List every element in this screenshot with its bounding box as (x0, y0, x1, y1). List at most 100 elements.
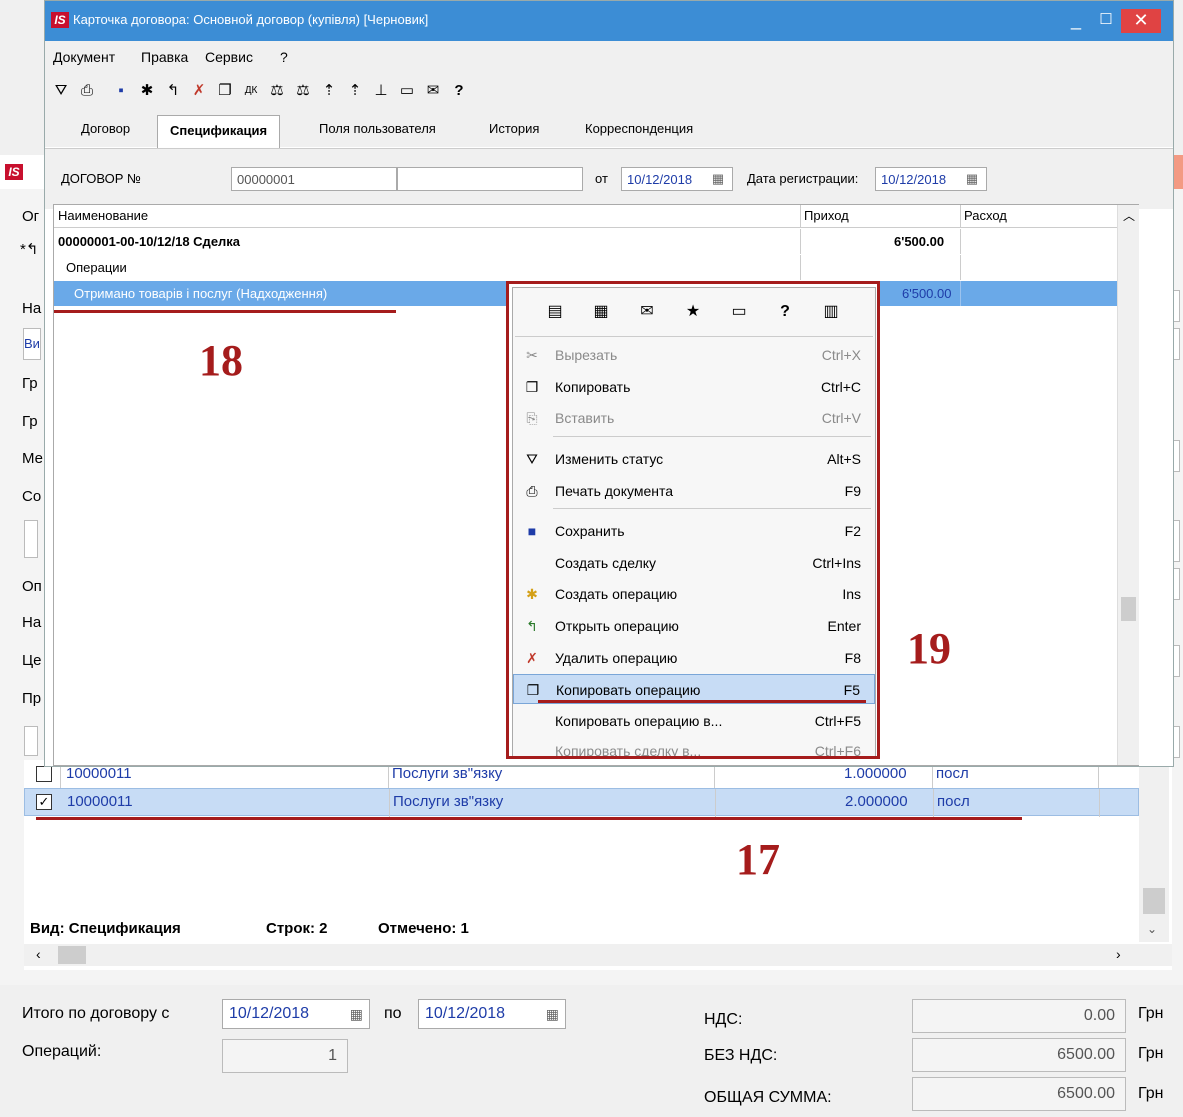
calculator-icon[interactable]: ▤ (545, 302, 565, 322)
scroll-left-icon[interactable]: ‹ (36, 946, 41, 962)
tab-contract[interactable]: Договор (81, 121, 130, 136)
toolbar: ⛛ ⎙ ▪ ✱ ↰ ✗ ❐ ДК ⚖ ⚖ ⇡ ⇡ ⊥ ▭ ✉ ? (45, 73, 1173, 112)
background-field[interactable]: Ви (23, 328, 41, 360)
date-from-field[interactable]: 10/12/2018 ▦ (222, 999, 370, 1029)
calendar-icon[interactable]: ▦ (591, 302, 611, 322)
horizontal-scrollbar[interactable]: ‹ › (24, 944, 1172, 966)
menu-item-shortcut: F9 (844, 483, 861, 499)
menu-item-copy-operation[interactable]: ❐ Копировать операцию F5 (513, 674, 875, 704)
contract-extra-field[interactable] (397, 167, 583, 191)
close-icon[interactable]: ✕ (1121, 9, 1161, 33)
menu-item-cut[interactable]: ✂ Вырезать Ctrl+X (513, 340, 875, 370)
menu-item-change-status[interactable]: ⛛ Изменить статус Alt+S (513, 444, 875, 474)
app-logo-icon: IS (5, 164, 23, 180)
tab-user-fields[interactable]: Поля пользователя (319, 121, 436, 136)
column-header-income[interactable]: Приход (804, 208, 849, 223)
calendar-icon[interactable]: ▦ (963, 170, 981, 188)
menu-item-copy[interactable]: ❐ Копировать Ctrl+C (513, 372, 875, 402)
calendar-icon[interactable]: ▦ (546, 1000, 559, 1028)
menu-item-copy-deal-to[interactable]: Копировать сделку в... Ctrl+F6 (513, 736, 875, 759)
menu-separator (553, 508, 871, 509)
balance-icon[interactable]: ⚖ (293, 81, 313, 101)
scroll-thumb[interactable] (58, 946, 86, 964)
row-checkbox-checked[interactable]: ✓ (36, 794, 52, 810)
help-icon[interactable]: ? (449, 81, 469, 101)
print-icon[interactable]: ⎙ (77, 81, 97, 101)
deal-name: 00000001-00-10/12/18 Сделка (58, 234, 241, 249)
paste-icon: ⎘ (526, 410, 538, 426)
scroll-thumb[interactable] (1143, 888, 1165, 914)
calendar-icon[interactable]: ▦ (709, 170, 727, 188)
grid-row-deal[interactable]: 00000001-00-10/12/18 Сделка 6'500.00 (54, 229, 1117, 254)
menu-item-print[interactable]: ⎙ Печать документа F9 (513, 476, 875, 506)
arrow-up-icon[interactable]: ⇡ (319, 81, 339, 101)
grid-row-group[interactable]: Операции (54, 255, 1117, 280)
grid-vertical-scrollbar[interactable]: ︿ (1117, 205, 1139, 765)
arrow-up-icon[interactable]: ⇡ (345, 81, 365, 101)
background-label: Ог (22, 208, 40, 225)
help-icon[interactable]: ? (775, 302, 795, 322)
document-icon[interactable]: ▭ (397, 81, 417, 101)
column-header-name[interactable]: Наименование (58, 208, 148, 223)
scroll-down-icon[interactable]: ⌄ (1147, 922, 1157, 936)
scale-icon[interactable]: ⚖ (267, 81, 287, 101)
menu-document[interactable]: Документ (53, 49, 115, 65)
column-header-expense[interactable]: Расход (964, 208, 1007, 223)
scroll-thumb[interactable] (1121, 597, 1136, 621)
tree-icon[interactable]: ⊥ (371, 81, 391, 101)
copy-icon: ❐ (525, 379, 539, 395)
vertical-scrollbar[interactable]: ⌄ (1139, 760, 1169, 942)
save-icon[interactable]: ▪ (111, 81, 131, 101)
contract-number-field[interactable]: 00000001 (231, 167, 397, 191)
column-divider (800, 229, 801, 254)
date-to-field[interactable]: 10/12/2018 ▦ (418, 999, 566, 1029)
row-code: 10000011 (66, 765, 132, 782)
menu-item-create-operation[interactable]: ✱ Создать операцию Ins (513, 579, 875, 609)
tab-specification[interactable]: Спецификация (157, 115, 281, 148)
open-icon[interactable]: ↰ (163, 81, 183, 101)
menu-help[interactable]: ? (280, 49, 288, 65)
background-add-icon[interactable]: *↰ (20, 240, 38, 258)
open-icon: ↰ (526, 618, 538, 634)
row-unit: посл (937, 793, 970, 810)
window-title: Карточка договора: Основной договор (куп… (73, 12, 429, 27)
mail-icon[interactable]: ✉ (423, 81, 443, 101)
dk-icon[interactable]: ДК (241, 81, 261, 101)
star-icon[interactable]: ★ (683, 302, 703, 322)
menu-separator (553, 436, 871, 437)
delete-icon: ✗ (526, 650, 538, 666)
menu-separator (515, 336, 873, 337)
menu-item-create-deal[interactable]: Создать сделку Ctrl+Ins (513, 548, 875, 578)
menu-item-save[interactable]: ■ Сохранить F2 (513, 516, 875, 546)
minimize-icon[interactable]: _ (1063, 9, 1089, 33)
menu-item-copy-operation-to[interactable]: Копировать операцию в... Ctrl+F5 (513, 706, 875, 736)
scroll-right-icon[interactable]: › (1116, 946, 1121, 962)
menu-item-delete-operation[interactable]: ✗ Удалить операцию F8 (513, 643, 875, 673)
background-field[interactable] (24, 726, 38, 756)
copy-icon[interactable]: ❐ (215, 81, 235, 101)
mail-icon[interactable]: ✉ (637, 302, 657, 322)
row-checkbox[interactable] (36, 766, 52, 782)
background-field[interactable] (24, 520, 38, 558)
filter-icon[interactable]: ⛛ (51, 81, 71, 101)
annotation-underline-18 (54, 310, 396, 313)
menu-item-shortcut: Ins (842, 586, 861, 602)
maximize-icon[interactable]: ☐ (1093, 9, 1119, 33)
menu-item-open-operation[interactable]: ↰ Открыть операцию Enter (513, 611, 875, 641)
scroll-up-icon[interactable]: ︿ (1123, 207, 1135, 224)
tab-correspondence[interactable]: Корреспонденция (585, 121, 693, 136)
menu-edit[interactable]: Правка (141, 49, 188, 65)
delete-icon[interactable]: ✗ (189, 81, 209, 101)
document-icon[interactable]: ▭ (729, 302, 749, 322)
columns-icon[interactable]: ▥ (821, 302, 841, 322)
row-unit: посл (936, 765, 969, 782)
create-icon[interactable]: ✱ (137, 81, 157, 101)
menu-item-shortcut: Ctrl+F6 (814, 743, 861, 759)
table-row-selected[interactable]: ✓ 10000011 Послуги зв"язку 2.000000 посл (24, 788, 1139, 817)
menu-service[interactable]: Сервис (205, 49, 253, 65)
column-divider (800, 255, 801, 280)
menu-item-paste[interactable]: ⎘ Вставить Ctrl+V (513, 403, 875, 433)
tab-history[interactable]: История (489, 121, 539, 136)
status-bar: Вид: Спецификация Строк: 2 Отмечено: 1 (24, 918, 1139, 942)
calendar-icon[interactable]: ▦ (350, 1000, 363, 1028)
